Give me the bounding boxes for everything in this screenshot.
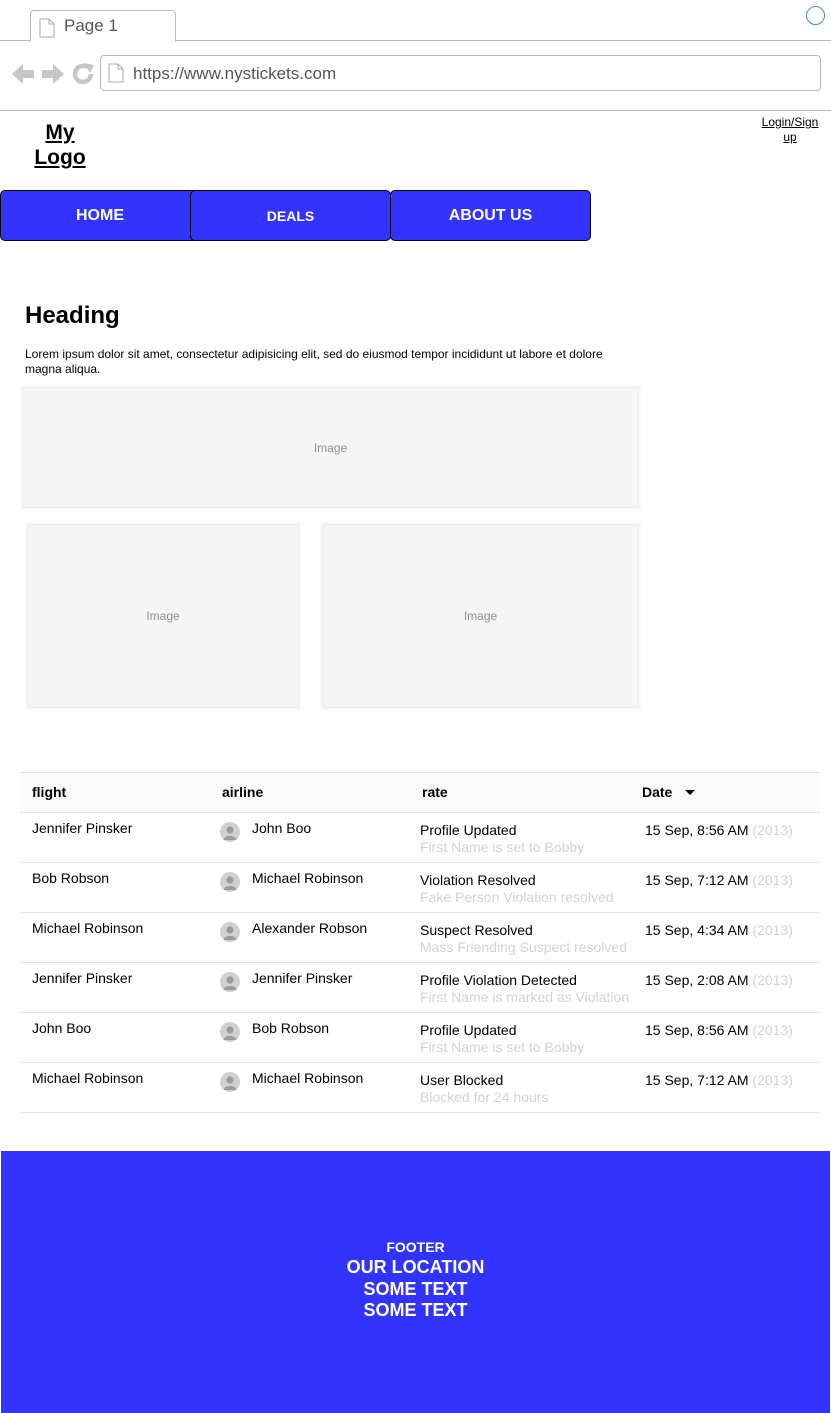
avatar-icon <box>220 972 240 992</box>
avatar-icon <box>220 872 240 892</box>
tab-title: Page 1 <box>64 16 118 35</box>
hero-image-placeholder: Image <box>22 387 639 508</box>
date-value: 15 Sep, 7:12 AM <box>645 1072 749 1088</box>
footer-label: FOOTER <box>386 1239 445 1255</box>
date-year: (2013) <box>752 822 793 838</box>
date-value: 15 Sep, 7:12 AM <box>645 872 749 888</box>
rate-detail: First Name is set to Bobby <box>420 839 585 855</box>
document-icon <box>108 63 124 83</box>
date-year: (2013) <box>752 1022 793 1038</box>
table-row[interactable]: Bob Robson Michael Robinson Violation Reso… <box>20 863 820 913</box>
flight-cell: Bob Robson <box>32 870 110 886</box>
image-label: Image <box>313 440 348 455</box>
table-row[interactable]: Jennifer Pinsker Jennifer Pinsker Profile … <box>20 963 820 1013</box>
date-year: (2013) <box>752 972 793 988</box>
rate-detail: First Name is marked as Violation <box>420 989 630 1005</box>
date-cell: 15 Sep, 7:12 AM (2013) <box>645 872 793 888</box>
date-cell: 15 Sep, 7:12 AM (2013) <box>645 1072 793 1088</box>
column-header-flight[interactable]: flight <box>32 784 66 800</box>
rate-cell: Profile Updated <box>420 822 517 838</box>
airline-cell: John Boo <box>252 820 312 836</box>
flight-cell: John Boo <box>32 1020 92 1036</box>
column-header-airline[interactable]: airline <box>222 784 263 800</box>
flights-table: flight airline rate Date Jennifer Pinske… <box>20 772 820 1113</box>
table-row[interactable]: Michael Robinson Alexander Robson Suspect … <box>20 913 820 963</box>
footer-text-2: SOME TEXT <box>363 1300 468 1320</box>
reload-icon[interactable] <box>70 61 96 87</box>
avatar-icon <box>220 822 240 842</box>
date-year: (2013) <box>752 922 793 938</box>
flight-cell: Michael Robinson <box>32 1070 144 1086</box>
date-year: (2013) <box>752 872 793 888</box>
date-cell: 15 Sep, 2:08 AM (2013) <box>645 972 793 988</box>
browser-tab[interactable]: Page 1 <box>30 10 176 42</box>
rate-detail: Mass Friending Suspect resolved <box>420 939 627 955</box>
page-heading: Heading <box>25 302 120 329</box>
page-footer: FOOTER OUR LOCATION SOME TEXT SOME TEXT <box>1 1151 830 1413</box>
intro-paragraph: Lorem ipsum dolor sit amet, consectetur … <box>25 347 603 376</box>
rate-detail: Blocked for 24 hours <box>420 1089 549 1105</box>
column-header-rate[interactable]: rate <box>422 784 448 800</box>
window-control-icon[interactable] <box>806 6 825 25</box>
rate-detail: First Name is set to Bobby <box>420 1039 585 1055</box>
left-image-placeholder: Image <box>27 524 299 708</box>
rate-detail: Fake Person Violation resolved <box>420 889 614 905</box>
back-arrow-icon[interactable] <box>10 61 36 87</box>
flight-cell: Michael Robinson <box>32 920 144 936</box>
airline-cell: Jennifer Pinsker <box>252 970 353 986</box>
avatar-icon <box>220 1072 240 1092</box>
browser-nav-bar: https://www.nystickets.com <box>0 41 831 111</box>
airline-cell: Michael Robinson <box>252 870 364 886</box>
column-header-date[interactable]: Date <box>642 784 672 800</box>
nav-deals-button[interactable]: DEALS <box>190 190 391 241</box>
flight-cell: Jennifer Pinsker <box>32 820 133 836</box>
footer-location: OUR LOCATION <box>346 1257 485 1277</box>
table-body: Jennifer Pinsker John Boo Profile Updated F… <box>20 813 820 1113</box>
avatar-icon <box>220 922 240 942</box>
rate-cell: Violation Resolved <box>420 872 536 888</box>
airline-cell: Alexander Robson <box>252 920 368 936</box>
rate-cell: Profile Violation Detected <box>420 972 577 988</box>
address-bar[interactable]: https://www.nystickets.com <box>100 55 821 91</box>
date-value: 15 Sep, 8:56 AM <box>645 822 749 838</box>
table-row[interactable]: Michael Robinson Michael Robinson User Blo… <box>20 1063 820 1113</box>
site-logo[interactable]: My Logo <box>22 120 98 170</box>
forward-arrow-icon[interactable] <box>40 61 66 87</box>
airline-cell: Michael Robinson <box>252 1070 364 1086</box>
flight-cell: Jennifer Pinsker <box>32 970 133 986</box>
browser-tab-bar: Page 1 <box>0 0 831 42</box>
date-cell: 15 Sep, 8:56 AM (2013) <box>645 1022 793 1038</box>
date-cell: 15 Sep, 8:56 AM (2013) <box>645 822 793 838</box>
table-row[interactable]: Jennifer Pinsker John Boo Profile Updated F… <box>20 813 820 863</box>
table-row[interactable]: John Boo Bob Robson Profile Updated First N… <box>20 1013 820 1063</box>
rate-cell: User Blocked <box>420 1072 504 1088</box>
login-signup-link[interactable]: Login/Sign up <box>756 115 824 145</box>
right-image-placeholder: Image <box>322 524 639 708</box>
footer-text-1: SOME TEXT <box>363 1279 468 1299</box>
rate-cell: Suspect Resolved <box>420 922 533 938</box>
nav-about-us-button[interactable]: ABOUT US <box>390 190 591 241</box>
date-value: 15 Sep, 4:34 AM <box>645 922 749 938</box>
nav-home-button[interactable]: HOME <box>0 190 200 241</box>
date-value: 15 Sep, 2:08 AM <box>645 972 749 988</box>
date-cell: 15 Sep, 4:34 AM (2013) <box>645 922 793 938</box>
table-header: flight airline rate Date <box>20 772 820 813</box>
rate-cell: Profile Updated <box>420 1022 517 1038</box>
image-label: Image <box>463 609 498 623</box>
date-year: (2013) <box>752 1072 793 1088</box>
date-value: 15 Sep, 8:56 AM <box>645 1022 749 1038</box>
avatar-icon <box>220 1022 240 1042</box>
sort-descending-icon[interactable] <box>685 790 695 795</box>
airline-cell: Bob Robson <box>252 1020 330 1036</box>
url-text: https://www.nystickets.com <box>133 64 337 83</box>
document-icon <box>39 18 55 38</box>
image-label: Image <box>146 609 180 623</box>
